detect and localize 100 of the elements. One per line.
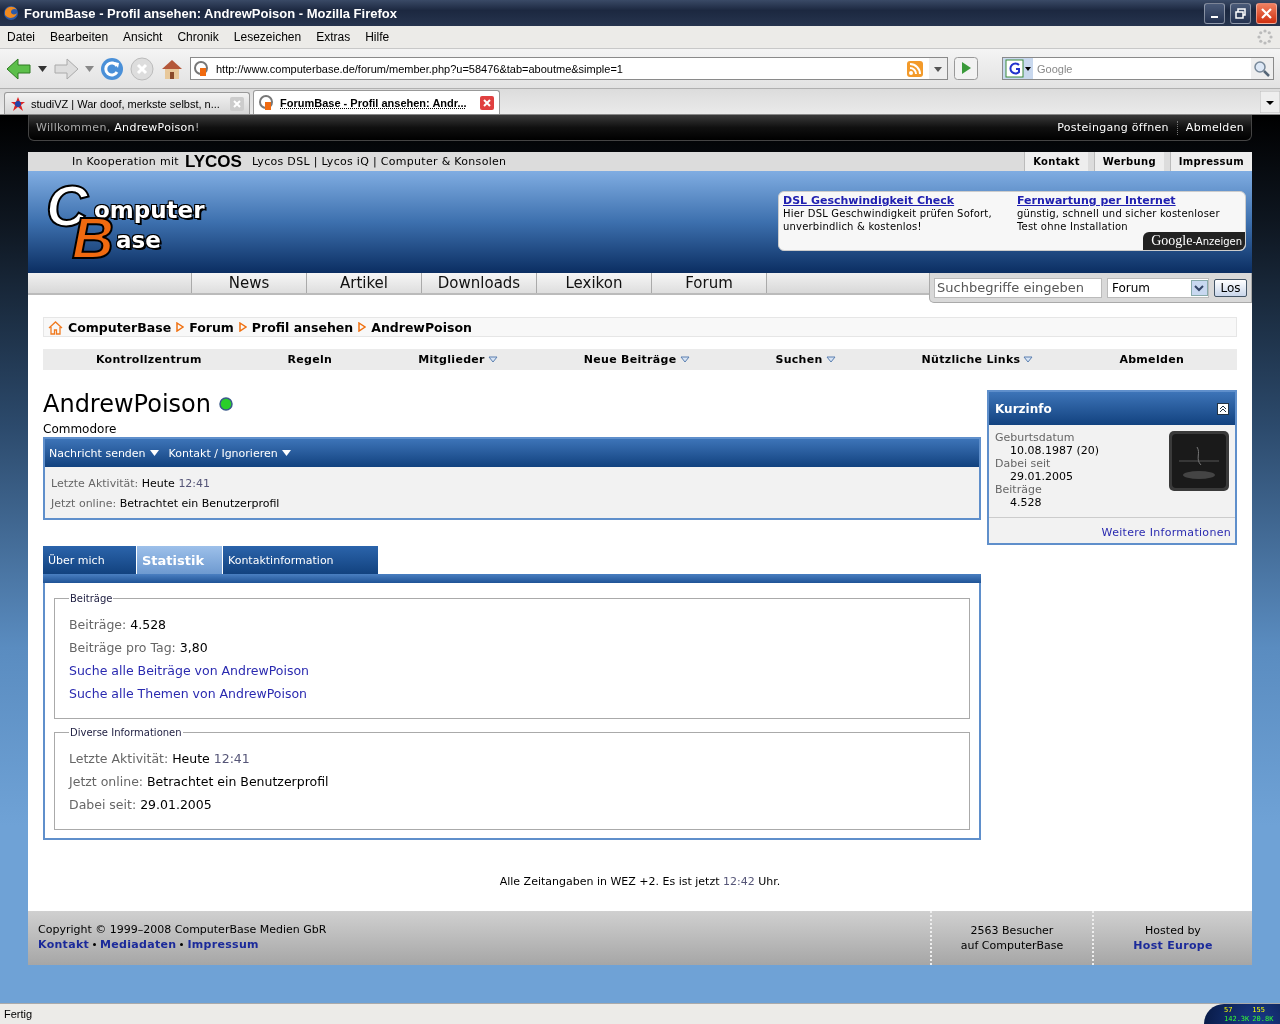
web-search-box[interactable]: Google bbox=[1002, 57, 1274, 80]
partner-logo[interactable]: LYCOS bbox=[184, 151, 242, 172]
caret-icon bbox=[679, 356, 690, 363]
top-link[interactable]: Kontakt bbox=[1024, 152, 1088, 171]
forum-menu-item[interactable]: Mitglieder bbox=[418, 353, 498, 366]
forum-menu-item[interactable]: Kontrollzentrum bbox=[95, 353, 202, 366]
browser-tab[interactable]: ForumBase - Profil ansehen: Andr... bbox=[253, 90, 500, 114]
breadcrumb-link[interactable]: ComputerBase bbox=[68, 319, 172, 335]
footer-link[interactable]: Kontakt bbox=[38, 938, 90, 951]
top-link[interactable]: Impressum bbox=[1169, 152, 1252, 171]
profile-tab[interactable]: Kontaktinformation bbox=[223, 546, 378, 574]
breadcrumb-link[interactable]: Profil ansehen bbox=[251, 319, 354, 335]
forum-menu-item[interactable]: Nützliche Links bbox=[921, 353, 1034, 366]
search-icon[interactable] bbox=[1251, 58, 1273, 79]
search-field[interactable]: Suchbegriffe eingeben bbox=[934, 277, 1102, 298]
online-status-text: Jetzt online: Betrachtet ein Benutzerprofil bbox=[51, 497, 281, 510]
restore-button[interactable] bbox=[1230, 2, 1251, 24]
section-legend: Diverse Informationen bbox=[69, 727, 183, 738]
sidebar-title: Kurzinfo bbox=[995, 401, 1052, 416]
forum-menu-item[interactable]: Abmelden bbox=[1119, 353, 1185, 366]
visitor-count-text: 2563 Besucher bbox=[970, 924, 1054, 937]
site-icon bbox=[194, 60, 210, 77]
throbber-icon bbox=[1257, 29, 1273, 45]
tab-list-icon[interactable] bbox=[1260, 91, 1280, 113]
back-icon[interactable] bbox=[6, 57, 32, 80]
footer-link[interactable]: Impressum bbox=[187, 938, 259, 951]
home-icon[interactable] bbox=[48, 319, 63, 335]
stat-row-text: Jetzt online: Betrachtet ein Benutzerprofil bbox=[69, 773, 330, 791]
breadcrumb-link[interactable]: Forum bbox=[189, 319, 234, 335]
menu-item[interactable]: Lesezeichen bbox=[233, 30, 302, 44]
site-icon bbox=[10, 95, 26, 112]
arrow-icon bbox=[238, 322, 247, 332]
restore-icon bbox=[1235, 7, 1246, 19]
nav-tab[interactable]: Lexikon bbox=[536, 273, 651, 293]
scope-select[interactable]: Forum bbox=[1107, 277, 1209, 298]
info-value: 10.08.1987 (20) bbox=[1009, 444, 1100, 457]
ad-text: Hier DSL Geschwindigkeit prüfen Sofort, unverbindlich & kostenlos! bbox=[783, 207, 993, 233]
more-info-link[interactable]: Weitere Informationen bbox=[1101, 526, 1231, 539]
stat-row-text: Dabei seit: 29.01.2005 bbox=[69, 796, 213, 814]
browser-tab[interactable]: studiVZ | War doof, merkste selbst, n... bbox=[4, 92, 250, 114]
header-link[interactable]: Posteingang öffnen bbox=[1057, 121, 1169, 134]
host-link[interactable]: Host Europe bbox=[1133, 939, 1213, 952]
dropdown-icon bbox=[1191, 279, 1208, 296]
minimize-button[interactable] bbox=[1204, 2, 1225, 24]
menu-item[interactable]: Datei bbox=[7, 30, 35, 44]
search-link[interactable]: Suche alle Themen von AndrewPoison bbox=[69, 682, 955, 705]
ad-text: günstig, schnell und sicher kostenloser Test ohne Installation bbox=[1017, 207, 1221, 233]
top-link[interactable]: Werbung bbox=[1093, 152, 1164, 171]
nav-tab[interactable]: News bbox=[191, 273, 306, 293]
search-button[interactable]: Los bbox=[1214, 278, 1247, 297]
close-tab-icon[interactable] bbox=[480, 95, 494, 110]
window-title: ForumBase - Profil ansehen: AndrewPoison - Mozilla Firefox bbox=[24, 5, 398, 21]
ads-label: Google-Anzeigen bbox=[1143, 232, 1245, 250]
arrow-icon bbox=[176, 322, 185, 332]
forum-menu-item[interactable]: Regeln bbox=[287, 353, 333, 366]
caret-icon bbox=[149, 450, 159, 456]
stat-row-text: Beiträge: 4.528 bbox=[69, 616, 168, 634]
caret-icon bbox=[1023, 356, 1034, 363]
stat-row-text: Letzte Aktivität: Heute 12:41 bbox=[69, 750, 251, 768]
minimize-icon bbox=[1211, 16, 1218, 18]
breadcrumb-link[interactable]: AndrewPoison bbox=[371, 319, 472, 335]
reload-icon[interactable] bbox=[100, 56, 124, 81]
ad-title-link[interactable]: DSL Geschwindigkeit Check bbox=[783, 194, 1007, 207]
dropdown-icon[interactable] bbox=[929, 58, 947, 79]
section-legend: Beiträge bbox=[69, 593, 114, 604]
menu-item[interactable]: Bearbeiten bbox=[50, 30, 109, 44]
collapse-icon[interactable] bbox=[1217, 402, 1229, 415]
browser-logo-icon bbox=[3, 5, 19, 21]
menu-item[interactable]: Extras bbox=[316, 30, 351, 44]
username: AndrewPoison bbox=[43, 390, 211, 418]
close-button[interactable] bbox=[1256, 2, 1277, 24]
forum-menu-item[interactable]: Suchen bbox=[775, 353, 836, 366]
search-link[interactable]: Suche alle Beiträge von AndrewPoison bbox=[69, 659, 955, 682]
info-label: Beiträge bbox=[995, 483, 1043, 496]
info-value: 4.528 bbox=[1009, 496, 1043, 509]
nav-tab[interactable]: Artikel bbox=[306, 273, 421, 293]
menu-item[interactable]: Hilfe bbox=[365, 30, 390, 44]
forum-menu-item[interactable]: Neue Beiträge bbox=[583, 353, 690, 366]
user-rank: Commodore bbox=[43, 422, 117, 436]
header-link[interactable]: Abmelden bbox=[1185, 121, 1244, 134]
partner-intro: In Kooperation mit bbox=[72, 155, 179, 168]
status-text: Fertig bbox=[4, 1008, 33, 1020]
timezone-text: Alle Zeitangaben in WEZ +2. Es ist jetzt 12:42 Uhr. bbox=[498, 875, 782, 888]
address-field[interactable]: http://www.computerbase.de/forum/member.php?u=58476&tab=aboutme&simple=1 bbox=[190, 57, 948, 80]
profile-action-button[interactable]: Nachricht senden bbox=[49, 446, 159, 460]
footer-link[interactable]: Mediadaten bbox=[100, 938, 177, 951]
site-icon bbox=[259, 94, 275, 111]
nav-tab[interactable]: Downloads bbox=[421, 273, 536, 293]
profile-action-button[interactable]: Kontakt / Ignorieren bbox=[168, 446, 291, 460]
menu-item[interactable]: Chronik bbox=[177, 30, 219, 44]
nav-tab[interactable]: Forum bbox=[651, 273, 766, 293]
ad-title-link[interactable]: Fernwartung per Internet bbox=[1017, 194, 1241, 207]
search-engine-icon[interactable] bbox=[1003, 58, 1033, 79]
stat-row-text: Beiträge pro Tag: 3,80 bbox=[69, 639, 209, 657]
welcome-text: Willkommen, AndrewPoison! bbox=[36, 121, 200, 134]
menu-item[interactable]: Ansicht bbox=[123, 30, 163, 44]
partner-links[interactable]: Lycos DSL | Lycos iQ | Computer & Konsolen bbox=[251, 155, 1019, 168]
go-icon[interactable] bbox=[954, 57, 978, 80]
info-label: Dabei seit bbox=[995, 457, 1052, 470]
profile-tab[interactable]: Über mich bbox=[43, 546, 136, 574]
